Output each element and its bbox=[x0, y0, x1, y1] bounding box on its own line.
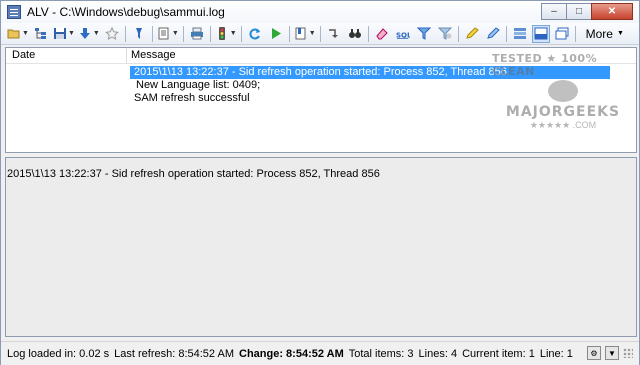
list-row[interactable]: SAM refresh successful bbox=[6, 92, 636, 105]
list-header: Date Message bbox=[6, 48, 636, 64]
app-window: ALV - C:\Windows\debug\sammui.log – □ ✕ … bbox=[0, 0, 640, 365]
binoculars-icon bbox=[348, 29, 361, 38]
column-header-message[interactable]: Message bbox=[127, 48, 636, 63]
more-button[interactable]: More ▼ bbox=[586, 27, 624, 41]
print-button[interactable] bbox=[188, 25, 206, 43]
status-log-loaded: Log loaded in: 0.02 s bbox=[7, 347, 110, 360]
window-title: ALV - C:\Windows\debug\sammui.log bbox=[27, 5, 225, 19]
bookmark-button[interactable]: ▼ bbox=[294, 25, 316, 43]
download-icon bbox=[79, 28, 90, 39]
favorite-button[interactable] bbox=[103, 25, 121, 43]
tree-icon bbox=[34, 28, 46, 39]
status-change: Change: 8:54:52 AM bbox=[239, 347, 344, 360]
resize-grip-icon[interactable] bbox=[623, 348, 633, 358]
find-button[interactable] bbox=[346, 25, 364, 43]
window-controls: – □ ✕ bbox=[541, 3, 633, 20]
jump-button[interactable] bbox=[325, 25, 343, 43]
highlight-rules-icon bbox=[486, 27, 500, 39]
list-row[interactable]: 2015\1\13 13:22:37 - Sid refresh operati… bbox=[20, 66, 636, 79]
filter-button[interactable] bbox=[415, 25, 433, 43]
maximize-icon: □ bbox=[575, 6, 583, 17]
detail-pane[interactable]: 2015\1\13 13:22:37 - Sid refresh operati… bbox=[5, 157, 637, 337]
sql-icon: SQL bbox=[396, 31, 410, 39]
download-button[interactable]: ▼ bbox=[78, 25, 100, 43]
watermark-domain-text: ★★★★★ .COM bbox=[529, 119, 597, 130]
columns-icon bbox=[513, 28, 526, 39]
column-header-date[interactable]: Date bbox=[6, 48, 127, 63]
eraser-icon bbox=[375, 28, 388, 40]
save-icon bbox=[53, 28, 66, 39]
list-row[interactable]: New Language list: 0409; bbox=[6, 79, 636, 92]
watermark-brand-text: MAJORGEEKS bbox=[505, 103, 621, 120]
close-icon: ✕ bbox=[607, 6, 617, 17]
play-icon bbox=[271, 28, 281, 39]
status-total-items: Total items: 3 bbox=[348, 347, 414, 360]
filter-funnel-button[interactable] bbox=[130, 25, 148, 43]
row-message: 2015\1\13 13:22:37 - Sid refresh operati… bbox=[130, 66, 610, 79]
row-message: New Language list: 0409; bbox=[136, 79, 261, 91]
traffic-light-icon bbox=[218, 27, 225, 40]
minimize-icon: – bbox=[551, 6, 557, 17]
highlight-icon bbox=[465, 27, 479, 39]
columns-button[interactable] bbox=[511, 25, 529, 43]
erase-button[interactable] bbox=[373, 25, 391, 43]
status-dropdown-icon[interactable]: ▼ bbox=[605, 346, 619, 360]
bookmark-icon bbox=[295, 27, 306, 40]
print-icon bbox=[190, 27, 203, 40]
open-button[interactable]: ▼ bbox=[7, 25, 29, 43]
status-line: Line: 1 bbox=[539, 347, 573, 360]
filter-icon bbox=[416, 27, 431, 40]
jump-icon bbox=[328, 29, 338, 38]
play-button[interactable] bbox=[267, 25, 285, 43]
page-icon bbox=[158, 27, 169, 40]
page-button[interactable]: ▼ bbox=[157, 25, 179, 43]
window-button[interactable] bbox=[553, 25, 571, 43]
highlight-button[interactable] bbox=[463, 25, 481, 43]
log-list[interactable]: Date Message 2015\1\13 13:22:37 - Sid re… bbox=[5, 47, 637, 153]
minimize-button[interactable]: – bbox=[541, 3, 567, 20]
more-label: More bbox=[585, 26, 613, 41]
maximize-button[interactable]: □ bbox=[566, 3, 592, 20]
close-button[interactable]: ✕ bbox=[591, 3, 633, 20]
chevron-down-icon: ▼ bbox=[616, 30, 624, 37]
filter-clear-icon bbox=[437, 27, 452, 40]
view-pane-button[interactable] bbox=[531, 24, 550, 43]
filter-funnel-icon bbox=[135, 28, 142, 39]
open-icon bbox=[7, 29, 20, 39]
status-bar: Log loaded in: 0.02 s Last refresh: 8:54… bbox=[1, 341, 639, 365]
highlight-rules-button[interactable] bbox=[484, 25, 502, 43]
status-current-item: Current item: 1 bbox=[462, 347, 535, 360]
status-last-refresh: Last refresh: 8:54:52 AM bbox=[114, 347, 234, 360]
title-bar[interactable]: ALV - C:\Windows\debug\sammui.log – □ ✕ bbox=[1, 1, 639, 23]
save-button[interactable]: ▼ bbox=[53, 25, 75, 43]
traffic-light-button[interactable]: ▼ bbox=[215, 25, 237, 43]
filter-clear-button[interactable] bbox=[436, 25, 454, 43]
window-icon bbox=[555, 27, 569, 40]
refresh-icon bbox=[249, 28, 260, 40]
refresh-button[interactable] bbox=[246, 25, 264, 43]
list-rows: 2015\1\13 13:22:37 - Sid refresh operati… bbox=[6, 66, 636, 105]
view-pane-icon bbox=[534, 27, 548, 40]
toolbar: ▼ ▼ ▼ ▼ ▼ ▼ SQL More ▼ bbox=[1, 23, 639, 45]
status-settings-icon[interactable]: ⚙ bbox=[587, 346, 601, 360]
app-icon bbox=[7, 5, 21, 19]
row-message: SAM refresh successful bbox=[134, 92, 250, 104]
star-icon bbox=[104, 27, 119, 40]
detail-text: 2015\1\13 13:22:37 - Sid refresh operati… bbox=[7, 168, 380, 180]
status-icons: ⚙ ▼ bbox=[583, 346, 633, 360]
toolbar-separator bbox=[124, 25, 126, 42]
tree-button[interactable] bbox=[32, 25, 50, 43]
status-lines: Lines: 4 bbox=[418, 347, 458, 360]
sql-button[interactable]: SQL bbox=[394, 25, 412, 43]
